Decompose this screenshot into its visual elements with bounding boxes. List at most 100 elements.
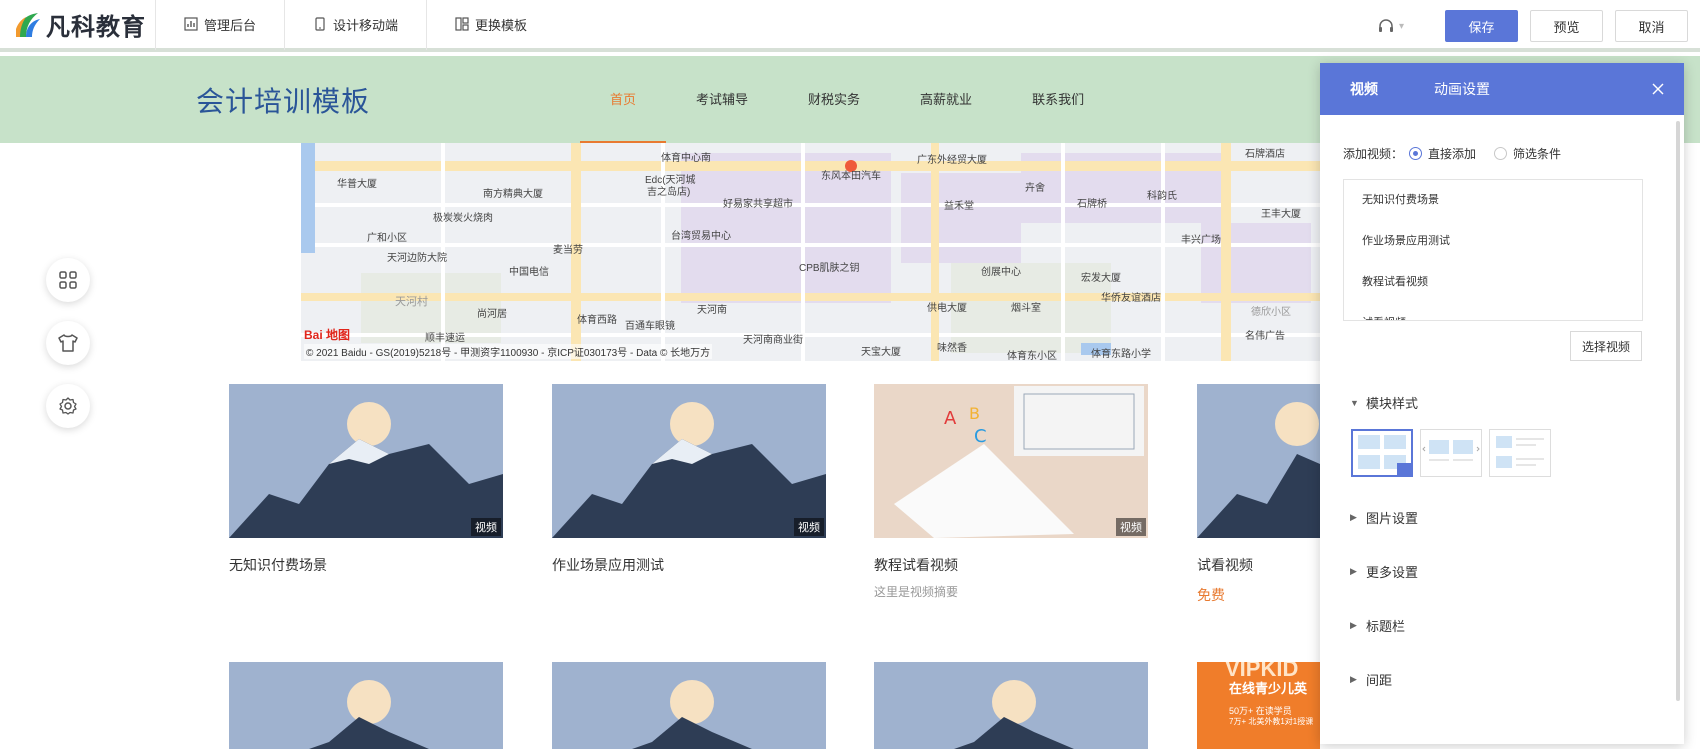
section-label: 更多设置: [1366, 565, 1419, 580]
list-item[interactable]: 教程试看视频: [1344, 262, 1642, 303]
caret-right-icon: ▶: [1350, 674, 1357, 684]
style-option-carousel[interactable]: [1420, 429, 1482, 477]
map-label: 顺丰速运: [425, 333, 465, 344]
headset-icon: [1379, 19, 1393, 32]
toolbar-admin[interactable]: 管理后台: [156, 0, 286, 50]
radio-direct-add[interactable]: [1409, 147, 1423, 160]
settings-button[interactable]: [46, 384, 90, 428]
template-icon: [455, 17, 469, 31]
nav-item-exam[interactable]: 考试辅导: [666, 56, 778, 143]
tab-video[interactable]: 视频: [1350, 79, 1378, 99]
map-label: 体育东路小学: [1091, 349, 1151, 360]
style-option-grid[interactable]: [1351, 429, 1413, 477]
close-icon[interactable]: [1648, 79, 1668, 99]
theme-button[interactable]: [46, 321, 90, 365]
map-label: 石牌桥: [1077, 199, 1107, 210]
mountain-image: [229, 384, 503, 538]
select-video-button[interactable]: 选择视频: [1570, 331, 1642, 361]
map-label: 味然香: [937, 343, 967, 354]
brand-logo[interactable]: 凡科教育: [0, 0, 156, 50]
modules-button[interactable]: [46, 258, 90, 302]
map-label: 极炭炭火烧肉: [433, 213, 493, 224]
course-card[interactable]: VIPKID 在线青少儿英 50万+ 在读学员 7万+ 北美外教1对1授课: [1197, 662, 1320, 749]
preview-button[interactable]: 预览: [1530, 10, 1603, 42]
editor-topbar: 凡科教育 管理后台 设计移动端 更换模板 ▾ 保存 预览 取消: [0, 0, 1700, 52]
course-card[interactable]: [229, 662, 503, 749]
card-thumbnail: [1197, 384, 1320, 538]
toolbar-admin-label: 管理后台: [204, 17, 257, 33]
map-label: 科韵氏: [1147, 191, 1177, 202]
save-button[interactable]: 保存: [1445, 10, 1518, 42]
carousel-layout-icon: [1422, 440, 1480, 461]
nav-item-jobs[interactable]: 高薪就业: [890, 56, 1002, 143]
list-item[interactable]: 无知识付费场景: [1344, 180, 1642, 221]
chart-icon: [184, 17, 198, 31]
section-spacing[interactable]: ▶ 间距: [1350, 670, 1392, 689]
baidu-map[interactable]: 体育中心南 广东外经贸大厦 石牌酒店 华普大厦 南方精典大厦 Edc(天河城 吉…: [301, 143, 1320, 361]
radio-filter-label[interactable]: 筛选条件: [1513, 145, 1561, 162]
map-label: CPB肌肤之钥: [799, 263, 860, 274]
map-label: 南方精典大厦: [483, 189, 543, 200]
nav-item-contact[interactable]: 联系我们: [1002, 56, 1114, 143]
ad-thumbnail: VIPKID 在线青少儿英 50万+ 在读学员 7万+ 北美外教1对1授课: [1197, 662, 1320, 749]
mountain-image: [552, 384, 826, 538]
map-label: 天河村: [395, 296, 428, 308]
card-summary: 这里是视频摘要: [874, 585, 959, 599]
video-badge: 视频: [471, 518, 501, 536]
gear-icon: [59, 397, 77, 415]
toolbar-template-label: 更换模板: [475, 17, 528, 33]
nav-item-tax[interactable]: 财税实务: [778, 56, 890, 143]
site-title[interactable]: 会计培训模板: [196, 80, 370, 120]
nav-item-home[interactable]: 首页: [580, 56, 667, 143]
mountain-image: [874, 662, 1148, 749]
map-label: 石牌酒店: [1245, 149, 1285, 160]
list-item[interactable]: 作业场景应用测试: [1344, 221, 1642, 262]
check-icon: [1397, 463, 1411, 475]
tab-animation[interactable]: 动画设置: [1434, 79, 1490, 99]
map-label: 好易家共享超市: [723, 199, 793, 210]
course-card[interactable]: ABC 视频 教程试看视频 这里是视频摘要: [874, 384, 1148, 600]
card-title[interactable]: 作业场景应用测试: [552, 555, 826, 575]
side-tools: [46, 258, 90, 447]
course-card[interactable]: [874, 662, 1148, 749]
map-label: 广东外经贸大厦: [917, 155, 987, 166]
section-module-style[interactable]: ▼ 模块样式: [1350, 393, 1418, 412]
phone-icon: [315, 17, 325, 31]
map-label: 天河南: [697, 305, 727, 316]
add-video-row: 添加视频： 直接添加 筛选条件: [1343, 145, 1561, 162]
video-badge: 视频: [1116, 518, 1146, 536]
section-more-settings[interactable]: ▶ 更多设置: [1350, 562, 1418, 581]
list-item[interactable]: 试看视频: [1344, 303, 1642, 320]
section-image-settings[interactable]: ▶ 图片设置: [1350, 508, 1418, 527]
section-title-bar[interactable]: ▶ 标题栏: [1350, 616, 1405, 635]
toolbar-template[interactable]: 更换模板: [427, 0, 555, 50]
style-option-list[interactable]: [1489, 429, 1551, 477]
map-label: 百通车眼镜: [625, 321, 675, 332]
caret-right-icon: ▶: [1350, 512, 1357, 522]
map-label: 东风本田汽车: [821, 171, 881, 182]
selected-video-list[interactable]: 无知识付费场景 作业场景应用测试 教程试看视频 试看视频: [1343, 179, 1643, 321]
toolbar-mobile[interactable]: 设计移动端: [285, 0, 428, 50]
course-card[interactable]: 试看视频 免费: [1197, 384, 1320, 605]
panel-scrollbar[interactable]: [1676, 121, 1680, 701]
support-menu[interactable]: ▾: [1377, 17, 1417, 35]
card-title[interactable]: 试看视频: [1197, 555, 1320, 575]
radio-filter[interactable]: [1494, 147, 1508, 160]
map-label: 华普大厦: [337, 179, 377, 190]
list-layout-icon: [1496, 436, 1544, 468]
card-title[interactable]: 无知识付费场景: [229, 555, 503, 575]
baidu-logo: Bai 地图: [304, 328, 351, 342]
radio-direct-add-label[interactable]: 直接添加: [1428, 145, 1476, 162]
svg-text:A: A: [944, 408, 957, 429]
card-thumbnail: [552, 662, 826, 749]
mountain-image: [229, 662, 503, 749]
ad-headline: 在线青少儿英: [1229, 681, 1308, 696]
card-title[interactable]: 教程试看视频: [874, 555, 1148, 575]
map-label: 尚河居: [477, 309, 507, 320]
course-card[interactable]: [552, 662, 826, 749]
course-card[interactable]: 视频 作业场景应用测试: [552, 384, 826, 575]
map-label: 广和小区: [367, 233, 407, 244]
cancel-button[interactable]: 取消: [1615, 10, 1688, 42]
course-card[interactable]: 视频 无知识付费场景: [229, 384, 503, 575]
shirt-icon: [58, 334, 78, 352]
